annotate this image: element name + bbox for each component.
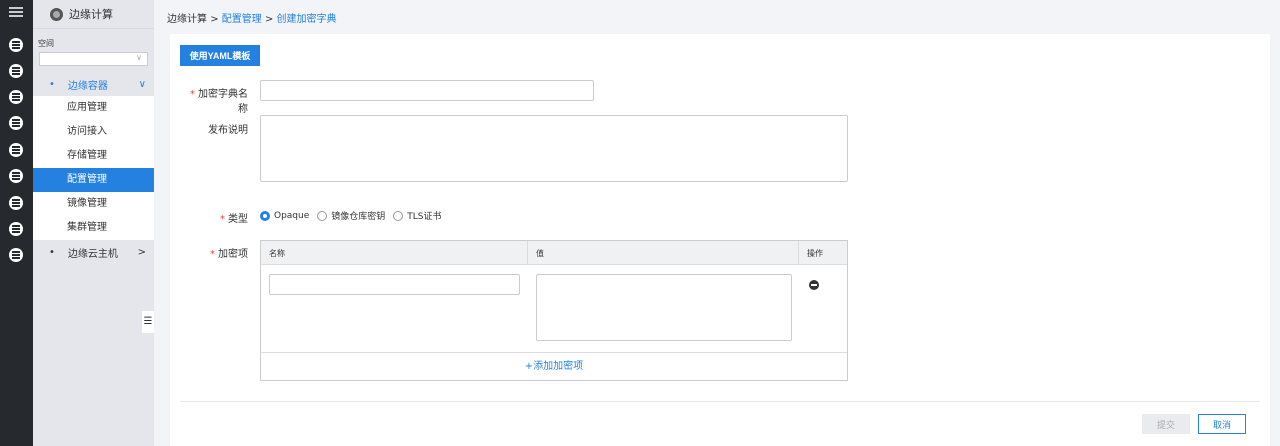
chevron-right-icon: > <box>137 246 146 258</box>
divider <box>180 401 1260 402</box>
type-label: * 类型 <box>220 214 248 225</box>
breadcrumb-sep: > <box>210 14 219 25</box>
col-name: 名称 <box>269 249 285 258</box>
sidebar-group-edge-vm[interactable]: • 边缘云主机 > <box>33 240 154 264</box>
form-card: 使用YAML模板 * 加密字典名称 发布说明 * 类型 Opaque 镜像仓库密钥 … <box>170 34 1270 446</box>
remove-item-icon[interactable] <box>809 280 819 290</box>
breadcrumb-sep: > <box>264 14 274 25</box>
sidebar: 边缘计算 空间 ∨ • 边缘容器 ∨ 应用管理 访问接入 存储管理 配置管理 镜像管… <box>33 0 154 446</box>
radio-registry-secret[interactable]: 镜像仓库密钥 <box>317 209 385 222</box>
nav-icon-5[interactable] <box>9 143 23 157</box>
breadcrumb-parent[interactable]: 配置管理 <box>222 14 262 25</box>
nav-icon-1[interactable] <box>9 38 23 52</box>
sidebar-item-app[interactable]: 应用管理 <box>33 96 154 120</box>
collapse-sidebar-icon[interactable]: ☰ <box>142 311 154 333</box>
submit-button[interactable]: 提交 <box>1142 414 1190 434</box>
sidebar-item-storage[interactable]: 存储管理 <box>33 144 154 168</box>
chevron-down-icon: ∨ <box>138 78 146 90</box>
cloud-icon[interactable] <box>9 196 23 210</box>
desc-textarea[interactable] <box>260 115 848 182</box>
sidebar-item-cluster[interactable]: 集群管理 <box>33 216 154 240</box>
mail-icon[interactable] <box>9 222 23 236</box>
radio-tls[interactable]: TLS证书 <box>393 209 442 222</box>
name-input[interactable] <box>260 80 594 101</box>
add-item-button[interactable]: +添加加密项 <box>261 352 847 380</box>
nav-icon-6[interactable] <box>9 169 23 183</box>
logo-icon <box>50 7 63 21</box>
space-label: 空间 <box>38 39 54 48</box>
group-label: 边缘云主机 <box>67 248 118 260</box>
name-label: * 加密字典名称 <box>190 89 248 115</box>
group-label: 边缘容器 <box>67 80 108 92</box>
items-label: * 加密项 <box>210 249 248 260</box>
item-value-textarea[interactable] <box>536 274 792 341</box>
chevron-down-icon: ∨ <box>136 53 142 62</box>
radio-opaque[interactable]: Opaque <box>260 210 309 221</box>
sidebar-item-access[interactable]: 访问接入 <box>33 120 154 144</box>
sidebar-group-edge-container[interactable]: • 边缘容器 ∨ <box>33 72 154 96</box>
col-value: 值 <box>536 249 544 258</box>
sidebar-item-image[interactable]: 镜像管理 <box>33 192 154 216</box>
use-yaml-template-button[interactable]: 使用YAML模板 <box>180 45 260 66</box>
icon-rail <box>0 0 33 446</box>
breadcrumb-root: 边缘计算 <box>167 14 207 25</box>
breadcrumb-current: 创建加密字典 <box>276 14 337 25</box>
secret-items-table: 名称 值 操作 +添加加密项 <box>260 240 848 381</box>
nav-icon-2[interactable] <box>9 64 23 78</box>
desc-label: 发布说明 <box>208 125 248 136</box>
item-key-input[interactable] <box>269 274 520 295</box>
nav-icon-4[interactable] <box>9 116 23 130</box>
sidebar-title: 边缘计算 <box>69 8 113 21</box>
space-select[interactable]: ∨ <box>39 52 148 66</box>
nav-icon-3[interactable] <box>9 90 23 104</box>
breadcrumb: 边缘计算 > 配置管理 > 创建加密字典 <box>167 10 337 25</box>
type-radio-group: Opaque 镜像仓库密钥 TLS证书 <box>260 209 442 222</box>
sidebar-item-config[interactable]: 配置管理 <box>33 168 154 192</box>
menu-icon[interactable] <box>9 7 23 17</box>
cancel-button[interactable]: 取消 <box>1198 414 1246 434</box>
col-action: 操作 <box>807 249 823 258</box>
nav-icon-9[interactable] <box>9 248 23 262</box>
